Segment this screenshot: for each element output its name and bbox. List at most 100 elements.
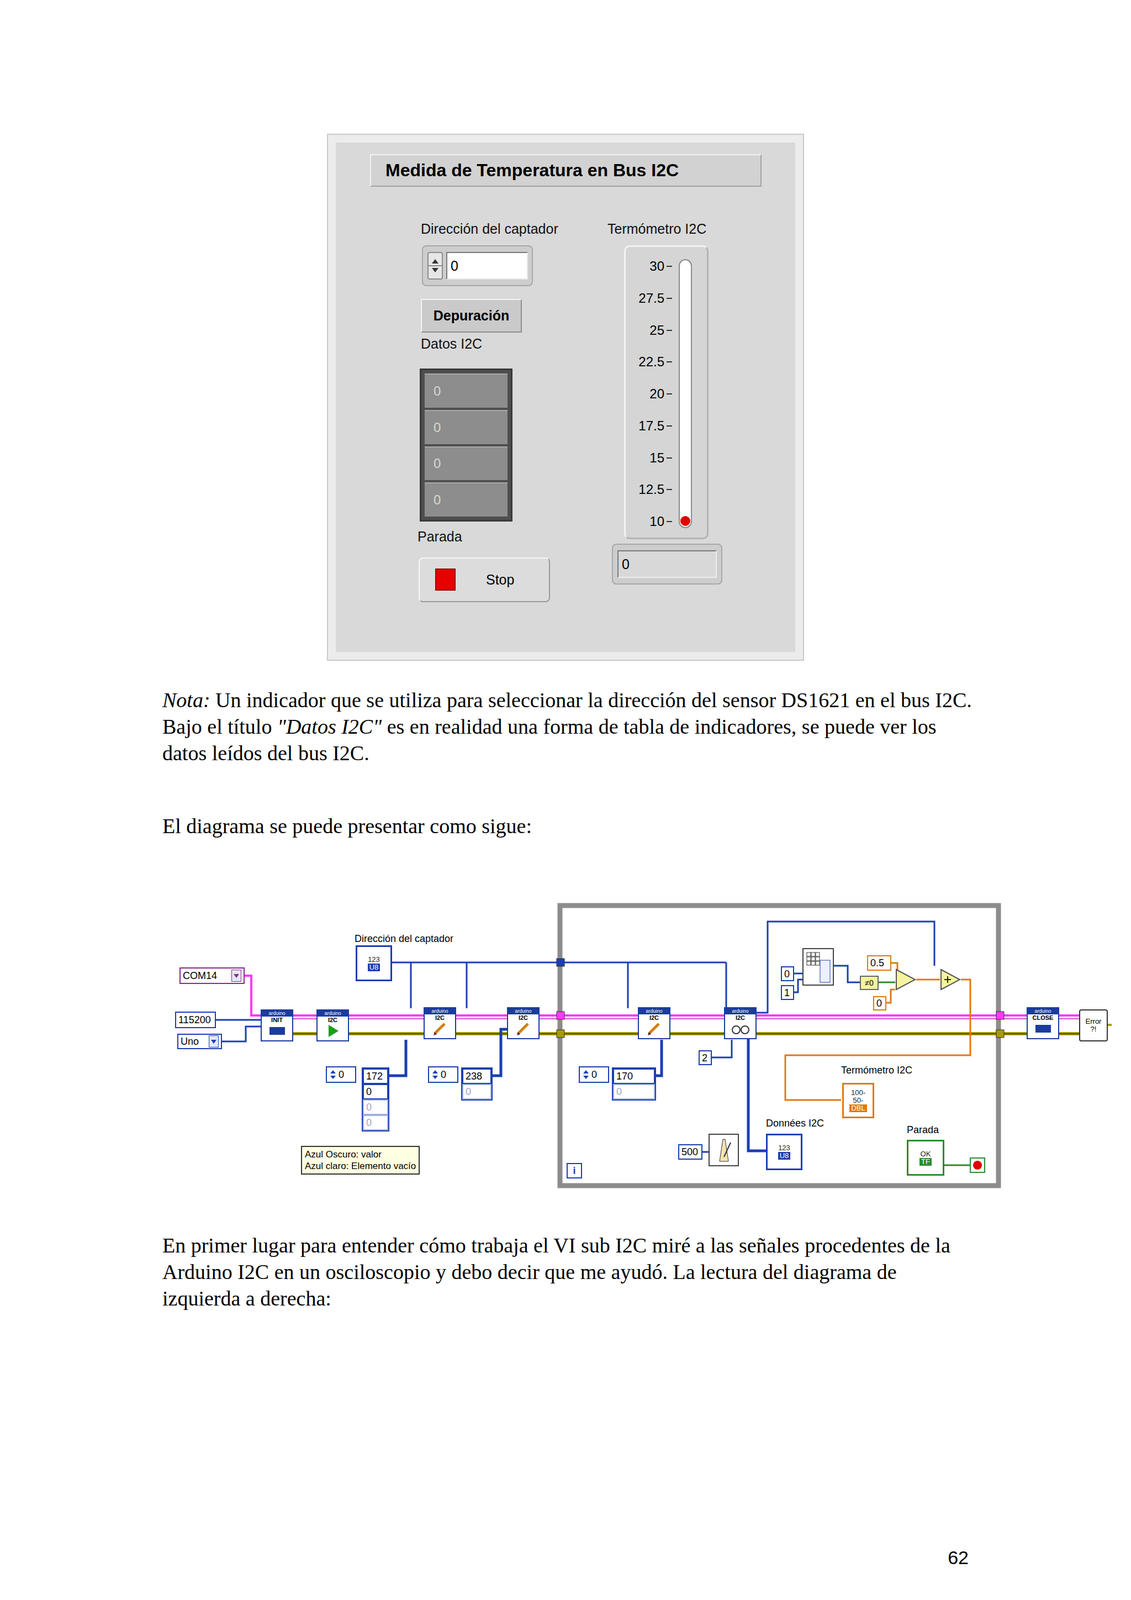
constant[interactable]: 0.5 (867, 954, 892, 971)
array-element-value: 0 (366, 1101, 372, 1113)
terminal-label: Dirección del captador (354, 932, 454, 944)
terminal-text: 100- (851, 1088, 866, 1097)
thermometer-label: Termómetro I2C (607, 220, 707, 237)
data-array-cell: 0 (424, 482, 508, 517)
constant-value: COM14 (182, 970, 218, 981)
constant-value: 500 (681, 1146, 699, 1157)
data-array-value: 0 (433, 419, 441, 436)
panel-title-text: Medida de Temperatura en Bus I2C (385, 160, 679, 181)
increment-decrement[interactable] (427, 251, 443, 280)
constant-value: 0.5 (870, 957, 885, 968)
array-element[interactable]: 0 (362, 1083, 389, 1099)
terminal[interactable]: 123U8 (355, 944, 393, 981)
terminal-text: U8 (367, 963, 381, 971)
array-values: 1700 (611, 1066, 657, 1101)
array-element-value: 0 (366, 1085, 372, 1098)
tick-mark (666, 297, 673, 299)
terminal[interactable]: 100-50-DBL (842, 1082, 875, 1118)
array-element-value: 0 (465, 1085, 472, 1098)
thermometer-tube (678, 259, 692, 528)
array-element[interactable]: 238 (462, 1068, 492, 1084)
constant-value: 0 (784, 968, 790, 979)
subvi-label: I2C (435, 1013, 445, 1022)
block-diagram: Dirección del captadorTermómetro I2CDonn… (162, 901, 1113, 1189)
array-element[interactable]: 0 (362, 1114, 389, 1130)
subvi-label: I2C (649, 1013, 659, 1022)
compare-node: ≠0 (859, 975, 879, 990)
subvi-header: arduino (261, 1010, 293, 1017)
loop-iteration: i (566, 1162, 583, 1178)
tooltip-line: Azul claro: Elemento vacío (304, 1159, 416, 1172)
subvi-label: I2C (735, 1013, 745, 1022)
constant[interactable]: 0 (780, 965, 795, 981)
text-segment: Nota: (162, 688, 211, 712)
constant[interactable]: 115200 (175, 1011, 216, 1028)
thermometer-tick: 10 (625, 513, 665, 530)
subvi-block[interactable]: arduinoI2C (316, 1008, 350, 1041)
thermometer-tick: 30 (625, 258, 665, 274)
array-index[interactable]: 0 (427, 1065, 459, 1083)
thermometer-bulb-icon (680, 515, 691, 526)
terminal[interactable]: OKTF (906, 1139, 945, 1176)
array-element[interactable]: 0 (362, 1098, 389, 1115)
data-array-value: 0 (433, 492, 441, 508)
error-handler[interactable]: Error?! (1079, 1008, 1108, 1041)
subvi-block[interactable]: arduinoI2C (506, 1006, 540, 1039)
increment-icon (582, 1068, 590, 1080)
address-control[interactable]: 0 (421, 245, 533, 287)
constant[interactable]: 1 (780, 984, 795, 1000)
constant-value: 2 (701, 1052, 708, 1063)
array-index[interactable]: 0 (325, 1065, 357, 1083)
terminal-text: OK (920, 1149, 932, 1158)
write-icon (429, 1021, 452, 1036)
error-handler-text: ?! (1090, 1024, 1097, 1033)
address-field[interactable]: 0 (446, 251, 528, 280)
add-icon (939, 968, 961, 991)
wait-icon (708, 1133, 739, 1166)
constant[interactable]: COM14 (179, 966, 245, 984)
close-icon (1032, 1021, 1055, 1036)
subvi-block[interactable]: arduinoI2C (423, 1006, 457, 1039)
tick-mark (666, 329, 673, 331)
subvi-block[interactable]: arduinoCLOSE (1026, 1006, 1060, 1039)
select-icon (895, 968, 917, 991)
reading-value: 0 (621, 556, 630, 573)
page-number-text: 62 (947, 1546, 969, 1568)
subvi-block[interactable]: arduinoI2C (637, 1006, 671, 1039)
subvi-block[interactable]: arduinoINIT (260, 1008, 294, 1041)
array-element[interactable]: 0 (612, 1083, 655, 1099)
terminal-text: 123 (778, 1143, 791, 1152)
debug-button-label: Depuración (433, 307, 510, 324)
terminal-text: 50- (853, 1096, 864, 1104)
grid-icon (803, 948, 833, 985)
constant[interactable]: 2 (698, 1049, 712, 1065)
stop-button[interactable]: Stop (418, 557, 551, 602)
page-number: 62 (162, 1546, 969, 1568)
constant[interactable]: 500 (678, 1143, 703, 1160)
array-element[interactable]: 172 (362, 1068, 389, 1084)
stop-light-icon (435, 568, 456, 591)
data-array-label: Datos I2C (420, 335, 483, 352)
terminal[interactable]: 123U8 (765, 1133, 803, 1170)
text-segment: "Datos I2C" (277, 714, 382, 738)
thermometer-reading: 0 (611, 543, 723, 585)
array-index[interactable]: 0 (578, 1065, 610, 1083)
subvi-block[interactable]: arduinoI2C (723, 1006, 757, 1039)
constant[interactable]: 0 (873, 995, 887, 1011)
intro-paragraph: El diagrama se puede presentar como sigu… (162, 812, 980, 839)
array-element[interactable]: 170 (612, 1068, 655, 1084)
read-icon (729, 1021, 752, 1036)
thermometer: 3027.52522.52017.51512.510 (624, 245, 709, 539)
thermometer-tick: 17.5 (625, 418, 665, 434)
terminal-label: Parada (906, 1123, 939, 1135)
data-array-cell: 0 (424, 409, 508, 445)
tick-mark (666, 457, 673, 459)
increment-icon (329, 1068, 337, 1080)
debug-button[interactable]: Depuración (420, 298, 522, 333)
array-element[interactable]: 0 (462, 1083, 492, 1099)
subvi-header: arduino (317, 1010, 348, 1017)
constant[interactable]: Uno (177, 1033, 223, 1049)
constant-value: Uno (180, 1036, 199, 1046)
terminal-text: 123 (367, 955, 380, 964)
body-paragraph: En primer lugar para entender cómo traba… (162, 1231, 980, 1312)
